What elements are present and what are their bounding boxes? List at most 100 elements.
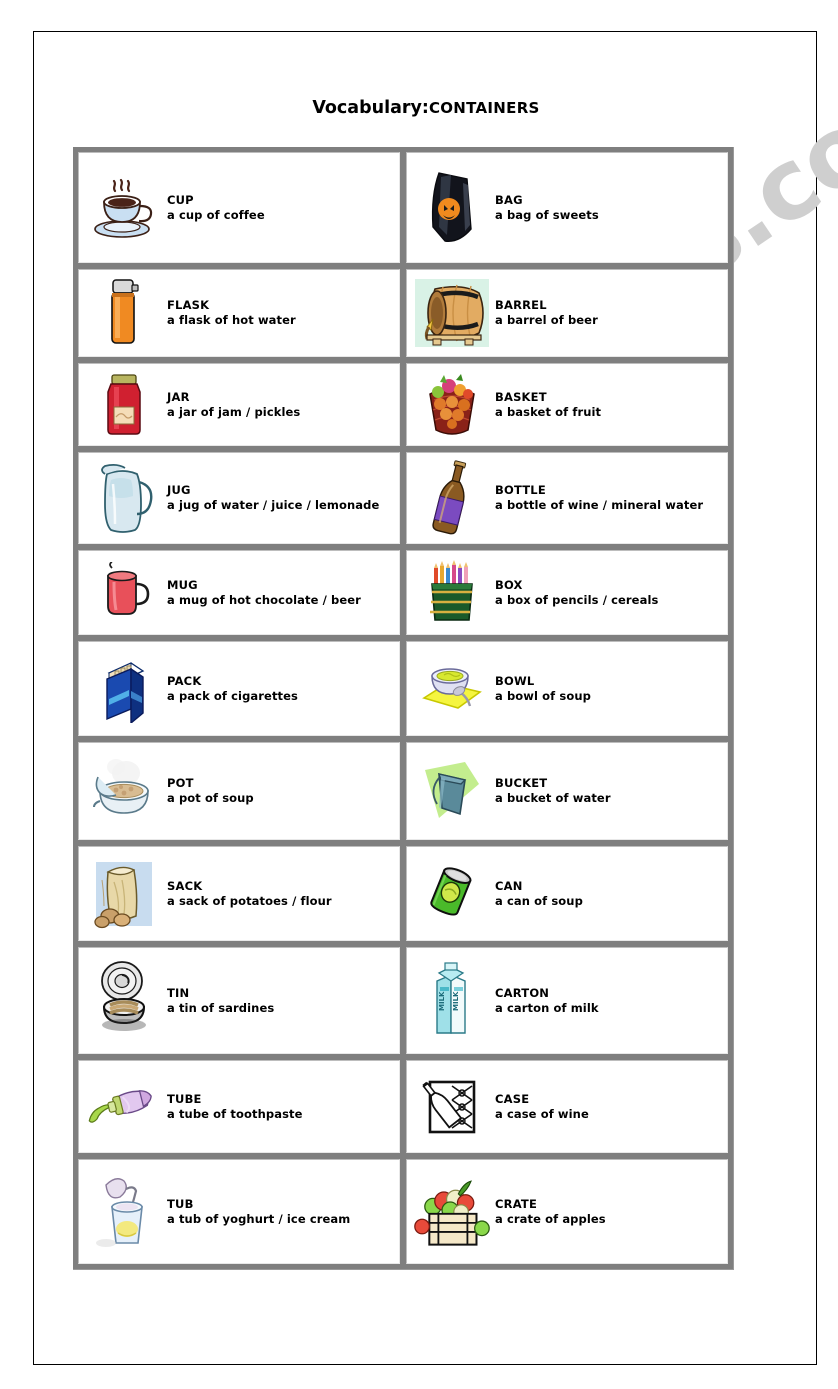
vocab-text: BOX a box of pencils / cereals <box>491 578 721 607</box>
vocab-cell-jar[interactable]: JAR a jar of jam / pickles <box>78 363 400 446</box>
table-row: JAR a jar of jam / pickles BASKET a bask… <box>78 363 728 446</box>
vocab-cell-tube[interactable]: TUBE a tube of toothpaste <box>78 1060 400 1153</box>
vocab-text: TUB a tub of yoghurt / ice cream <box>163 1197 393 1226</box>
svg-text:MILK: MILK <box>452 990 460 1010</box>
vocab-cell-pack[interactable]: PACK a pack of cigarettes <box>78 641 400 736</box>
vocab-text: TUBE a tube of toothpaste <box>163 1092 393 1121</box>
jam-jar-icon <box>85 368 163 441</box>
vocab-cell-barrel[interactable]: BARREL a barrel of beer <box>406 269 728 357</box>
vocab-term: SACK <box>167 878 203 893</box>
vocab-text: BOWL a bowl of soup <box>491 674 721 703</box>
vocab-text: MUG a mug of hot chocolate / beer <box>163 578 393 607</box>
vocab-phrase: a sack of potatoes / flour <box>167 893 332 908</box>
vocab-term: POT <box>167 776 194 791</box>
vocab-phrase: a bottle of wine / mineral water <box>495 498 704 512</box>
vocab-cell-cup[interactable]: CUP a cup of coffee <box>78 152 400 263</box>
cigarette-pack-icon <box>85 646 163 731</box>
vocab-term: JAR <box>167 389 190 404</box>
vocab-text: CRATE a crate of apples <box>491 1197 721 1226</box>
vocab-phrase: a case of wine <box>495 1106 589 1121</box>
vocab-cell-bottle[interactable]: BOTTLE a bottle of wine / mineral water <box>406 452 728 544</box>
apple-crate-icon <box>413 1164 491 1259</box>
vocab-text: BASKET a basket of fruit <box>491 390 721 419</box>
vocab-phrase: a bucket of water <box>495 791 611 805</box>
vocab-term: TUBE <box>167 1091 202 1106</box>
vocab-text: POT a pot of soup <box>163 776 393 805</box>
vocabulary-table: CUP a cup of coffee BAG a bag of sweets … <box>73 147 734 1270</box>
vocab-term: CAN <box>495 878 523 893</box>
vocab-text: BOTTLE a bottle of wine / mineral water <box>491 483 721 512</box>
table-row: TIN a tin of sardines MILK MILK CARTON a… <box>78 947 728 1054</box>
vocab-term: CARTON <box>495 985 550 1000</box>
vocab-cell-tub[interactable]: TUB a tub of yoghurt / ice cream <box>78 1159 400 1264</box>
table-row: PACK a pack of cigarettes BOWL a bowl of… <box>78 641 728 736</box>
vocab-term: PACK <box>167 673 202 688</box>
beer-barrel-icon <box>413 274 491 352</box>
vocab-phrase: a crate of apples <box>495 1211 606 1226</box>
vocab-text: CUP a cup of coffee <box>163 193 393 222</box>
vocab-term: BOX <box>495 577 523 592</box>
worksheet-page: ESLprintables.com Vocabulary:CONTAINERS <box>33 31 838 1365</box>
vocab-text: JUG a jug of water / juice / lemonade <box>163 483 393 512</box>
vocab-term: TIN <box>167 985 190 1000</box>
title-main: Vocabulary: <box>312 98 429 118</box>
vocab-cell-carton[interactable]: MILK MILK CARTON a carton of milk <box>406 947 728 1054</box>
vocab-cell-flask[interactable]: FLASK a flask of hot water <box>78 269 400 357</box>
vocab-phrase: a barrel of beer <box>495 313 598 327</box>
soup-bowl-icon <box>413 646 491 731</box>
vocab-phrase: a can of soup <box>495 893 583 908</box>
svg-text:MILK: MILK <box>438 990 446 1010</box>
vocab-term: CUP <box>167 192 194 207</box>
vocab-cell-jug[interactable]: JUG a jug of water / juice / lemonade <box>78 452 400 544</box>
vocab-cell-box[interactable]: BOX a box of pencils / cereals <box>406 550 728 635</box>
sweets-bag-icon <box>413 157 491 258</box>
vocab-phrase: a basket of fruit <box>495 404 602 419</box>
table-row: FLASK a flask of hot water BARREL a barr… <box>78 269 728 357</box>
vocab-term: BUCKET <box>495 776 548 791</box>
vocab-text: BARREL a barrel of beer <box>491 298 721 327</box>
wine-case-icon <box>413 1065 491 1148</box>
table-row: MUG a mug of hot chocolate / beer BOX a … <box>78 550 728 635</box>
coffee-cup-icon <box>85 157 163 258</box>
vocab-cell-pot[interactable]: POT a pot of soup <box>78 742 400 840</box>
fruit-basket-icon <box>413 368 491 441</box>
vocab-phrase: a tub of yoghurt / ice cream <box>167 1211 351 1226</box>
vocab-cell-case[interactable]: CASE a case of wine <box>406 1060 728 1153</box>
water-jug-icon <box>85 457 163 539</box>
vocab-term: BOWL <box>495 673 535 688</box>
toothpaste-tube-icon <box>85 1065 163 1148</box>
vocab-term: TUB <box>167 1196 194 1211</box>
flour-sack-icon <box>85 851 163 936</box>
soup-can-icon <box>413 851 491 936</box>
vocab-text: BUCKET a bucket of water <box>491 776 721 805</box>
table-row: TUB a tub of yoghurt / ice cream CRATE a… <box>78 1159 728 1264</box>
vocab-cell-tin[interactable]: TIN a tin of sardines <box>78 947 400 1054</box>
table-row: TUBE a tube of toothpaste CASE a case of… <box>78 1060 728 1153</box>
vocab-text: CASE a case of wine <box>491 1092 721 1121</box>
yoghurt-tub-icon <box>85 1164 163 1259</box>
vocab-cell-basket[interactable]: BASKET a basket of fruit <box>406 363 728 446</box>
vocab-cell-can[interactable]: CAN a can of soup <box>406 846 728 941</box>
vocab-term: BOTTLE <box>495 483 546 498</box>
cooking-pot-icon <box>85 747 163 835</box>
vocab-cell-bucket[interactable]: BUCKET a bucket of water <box>406 742 728 840</box>
vocab-cell-bowl[interactable]: BOWL a bowl of soup <box>406 641 728 736</box>
vocab-phrase: a tin of sardines <box>167 1000 275 1015</box>
vocab-phrase: a carton of milk <box>495 1000 599 1015</box>
vocab-phrase: a mug of hot chocolate / beer <box>167 592 361 607</box>
vocab-cell-crate[interactable]: CRATE a crate of apples <box>406 1159 728 1264</box>
vocab-term: JUG <box>167 483 191 498</box>
vocab-cell-mug[interactable]: MUG a mug of hot chocolate / beer <box>78 550 400 635</box>
vocab-term: MUG <box>167 577 198 592</box>
vocab-text: JAR a jar of jam / pickles <box>163 390 393 419</box>
vocab-term: BAG <box>495 192 523 207</box>
vocab-cell-sack[interactable]: SACK a sack of potatoes / flour <box>78 846 400 941</box>
table-row: SACK a sack of potatoes / flour CAN a ca… <box>78 846 728 941</box>
red-mug-icon <box>85 555 163 630</box>
sardine-tin-icon <box>85 952 163 1049</box>
vocab-text: SACK a sack of potatoes / flour <box>163 879 393 908</box>
vocab-term: BASKET <box>495 389 547 404</box>
vocab-cell-bag[interactable]: BAG a bag of sweets <box>406 152 728 263</box>
vocab-phrase: a cup of coffee <box>167 207 265 222</box>
water-bucket-icon <box>413 747 491 835</box>
